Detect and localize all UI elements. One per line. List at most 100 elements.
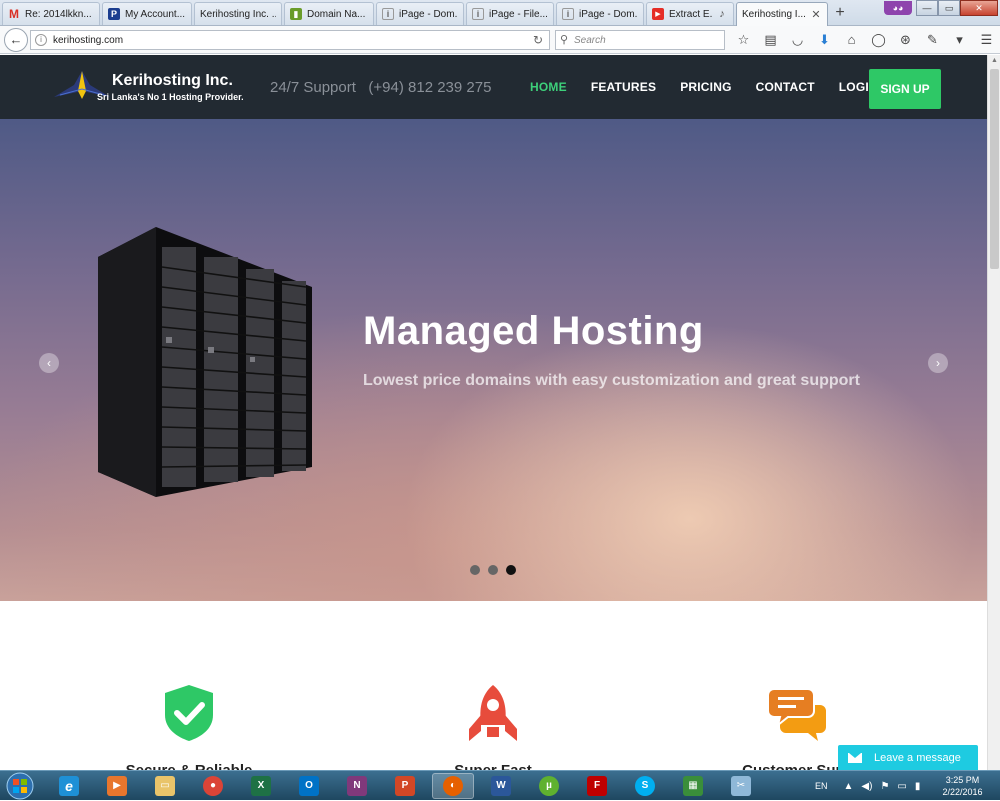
extension-icon[interactable]: ⊛ xyxy=(892,30,919,50)
windows-taskbar: e ▶ ▭ ● X O N P ◐ W µ F S ▦ ✂ EN ▲ ◀) ⚑ … xyxy=(0,770,1000,800)
tab-label: iPage - File... xyxy=(489,8,548,20)
chat-bubbles-icon xyxy=(767,688,826,741)
tab-label: iPage - Dom... xyxy=(579,8,638,20)
taskbar-snipping[interactable]: ✂ xyxy=(720,773,762,799)
tab-label: My Account... xyxy=(125,8,186,20)
close-window-button[interactable]: ✕ xyxy=(960,0,998,16)
taskbar-ie[interactable]: e xyxy=(48,773,90,799)
menu-item-features[interactable]: FEATURES xyxy=(591,80,656,94)
hero-title: Managed Hosting xyxy=(363,309,704,353)
youtube-icon: ▶ xyxy=(652,8,664,20)
skype-icon: S xyxy=(635,776,655,796)
signup-button[interactable]: SIGN UP xyxy=(869,69,941,109)
back-button[interactable]: ← xyxy=(4,28,28,52)
chat-icon[interactable]: ◯ xyxy=(865,30,892,50)
page-scrollbar[interactable]: ▲ xyxy=(987,55,1000,770)
scroll-up-icon[interactable]: ▲ xyxy=(991,57,998,64)
signal-icon[interactable]: ▮ xyxy=(915,781,921,792)
tab-kerihosting-active[interactable]: Kerihosting I... ✕ xyxy=(736,2,828,26)
tab-domain[interactable]: ▮ Domain Na... xyxy=(284,2,374,25)
menu-icon[interactable]: ☰ xyxy=(973,30,1000,50)
bookmarks-list-icon[interactable]: ▤ xyxy=(757,30,784,50)
media-player-icon: ▶ xyxy=(107,776,127,796)
system-clock[interactable]: 3:25 PM 2/22/2016 xyxy=(935,774,990,798)
tab-ipage-1[interactable]: i iPage - Dom... xyxy=(376,2,464,25)
reload-icon[interactable]: ↻ xyxy=(533,33,543,47)
taskbar-excel[interactable]: X xyxy=(240,773,282,799)
outlook-icon: O xyxy=(299,776,319,796)
server-rack-image xyxy=(98,227,312,497)
slider-prev-icon[interactable]: ‹ xyxy=(39,353,59,373)
excel-icon: X xyxy=(251,776,271,796)
site-info-icon[interactable]: i xyxy=(35,34,47,46)
ipage-icon: i xyxy=(562,8,574,20)
slider-dot-1[interactable] xyxy=(470,565,480,575)
taskbar-outlook[interactable]: O xyxy=(288,773,330,799)
taskbar-skype[interactable]: S xyxy=(624,773,666,799)
url-bar[interactable]: i kerihosting.com ↻ xyxy=(30,30,550,50)
paypal-icon: P xyxy=(108,8,120,20)
onenote-icon: N xyxy=(347,776,367,796)
taskbar-firefox[interactable]: ◐ xyxy=(432,773,474,799)
taskbar-explorer[interactable]: ▭ xyxy=(144,773,186,799)
volume-icon[interactable]: ◀) xyxy=(861,781,872,792)
windows-start-icon[interactable] xyxy=(3,771,37,801)
minimize-button[interactable]: — xyxy=(916,0,938,16)
slider-dot-3[interactable] xyxy=(506,565,516,575)
taskbar-utorrent[interactable]: µ xyxy=(528,773,570,799)
gmail-icon: M xyxy=(9,7,19,21)
menu-item-contact[interactable]: CONTACT xyxy=(756,80,815,94)
tray-expand-icon[interactable]: ▲ xyxy=(844,781,854,792)
tab-ipage-2[interactable]: i iPage - File... xyxy=(466,2,554,25)
feature-title: Super Fast xyxy=(393,762,593,770)
search-input[interactable]: ⚲ Search xyxy=(555,30,725,50)
taskbar-word[interactable]: W xyxy=(480,773,522,799)
domain-icon: ▮ xyxy=(290,8,302,20)
bookmark-star-icon[interactable]: ☆ xyxy=(730,30,757,50)
new-tab-button[interactable]: + xyxy=(830,3,850,23)
taskbar-media-player[interactable]: ▶ xyxy=(96,773,138,799)
language-indicator[interactable]: EN xyxy=(815,781,828,791)
tab-youtube[interactable]: ▶ Extract E... ♪ xyxy=(646,2,734,25)
menu-item-home[interactable]: HOME xyxy=(530,80,567,94)
slider-dot-2[interactable] xyxy=(488,565,498,575)
dropdown-icon[interactable]: ▾ xyxy=(946,30,973,50)
taskbar-powerpoint[interactable]: P xyxy=(384,773,426,799)
rocket-icon xyxy=(469,685,517,741)
search-icon: ⚲ xyxy=(560,34,569,46)
brand-name[interactable]: Kerihosting Inc. xyxy=(112,72,233,90)
taskbar-onenote[interactable]: N xyxy=(336,773,378,799)
tab-ipage-3[interactable]: i iPage - Dom... xyxy=(556,2,644,25)
pocket-icon[interactable]: ◡ xyxy=(784,30,811,50)
slider-next-icon[interactable]: › xyxy=(928,353,948,373)
close-tab-icon[interactable]: ✕ xyxy=(810,8,822,21)
download-icon[interactable]: ⬇ xyxy=(811,30,838,50)
maximize-button[interactable]: ▭ xyxy=(938,0,960,16)
network-icon[interactable]: ▭ xyxy=(897,781,906,792)
tab-label: Extract E... xyxy=(669,8,713,20)
taskbar-excel-alt[interactable]: ▦ xyxy=(672,773,714,799)
search-placeholder: Search xyxy=(574,34,606,46)
system-tray: EN ▲ ◀) ⚑ ▭ ▮ xyxy=(815,771,928,801)
taskbar-filezilla[interactable]: F xyxy=(576,773,618,799)
snipping-icon: ✂ xyxy=(731,776,751,796)
tab-paypal[interactable]: P My Account... xyxy=(102,2,192,25)
tab-gmail[interactable]: M Re: 2014lkkn... xyxy=(2,2,100,25)
tab-label: iPage - Dom... xyxy=(399,8,458,20)
scroll-thumb[interactable] xyxy=(990,69,999,269)
extension-puzzle-icon[interactable]: ✎ xyxy=(919,30,946,50)
clock-time: 3:25 PM xyxy=(945,775,980,785)
home-icon[interactable]: ⌂ xyxy=(838,30,865,50)
browser-tab-bar: M Re: 2014lkkn... P My Account... Keriho… xyxy=(0,0,1000,26)
tab-label: Domain Na... xyxy=(307,8,366,20)
speaker-icon[interactable]: ♪ xyxy=(716,8,728,20)
leave-message-button[interactable]: Leave a message xyxy=(838,745,978,770)
action-center-icon[interactable]: ⚑ xyxy=(880,781,889,792)
tab-kerihosting-1[interactable]: Kerihosting Inc. ... xyxy=(194,2,282,25)
private-mask-icon: ◕◕ xyxy=(884,1,912,15)
menu-item-pricing[interactable]: PRICING xyxy=(680,80,731,94)
ie-icon: e xyxy=(59,776,79,796)
taskbar-chrome[interactable]: ● xyxy=(192,773,234,799)
url-text: kerihosting.com xyxy=(53,34,124,46)
main-menu: HOME FEATURES PRICING CONTACT LOGIN xyxy=(530,55,902,119)
